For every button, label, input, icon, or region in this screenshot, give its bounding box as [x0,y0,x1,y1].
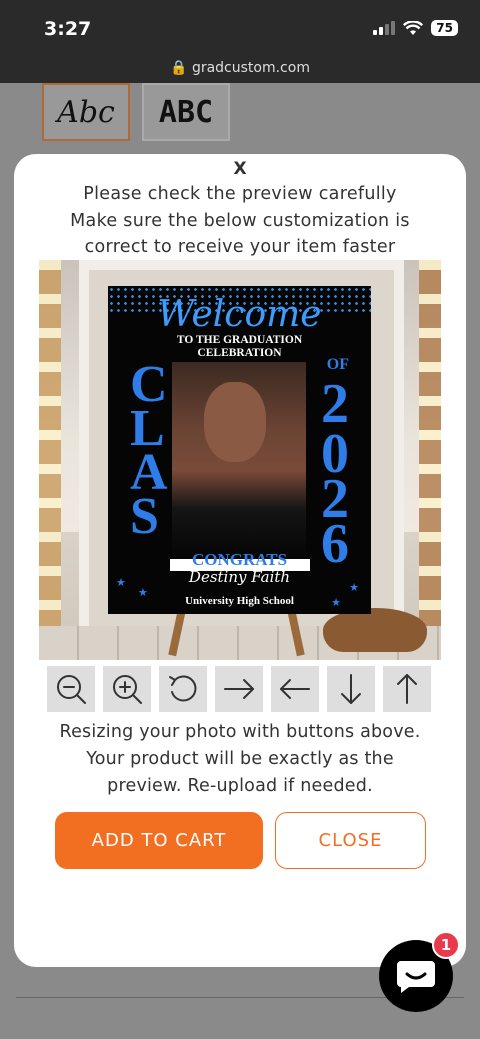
move-up-button[interactable] [383,666,431,712]
font-option-script[interactable]: Abc [42,83,130,141]
help-line: Your product will be exactly as the [86,749,394,769]
status-icons: 75 [373,20,458,36]
wifi-icon [403,20,424,35]
notice-line: Please check the preview carefully [83,184,397,204]
help-line: preview. Re-upload if needed. [107,776,373,796]
chat-bubble-icon [397,961,435,993]
photo-adjust-toolbar [47,666,431,712]
add-to-cart-button[interactable]: ADD TO CART [55,812,263,869]
zoom-in-button[interactable] [103,666,151,712]
status-bar: 3:27 75 [0,0,480,56]
graduation-poster: Welcome TO THE GRADUATION CELEBRATION C … [108,286,371,614]
preview-notice: Please check the preview carefully Make … [14,181,466,261]
zoom-out-icon [57,675,86,704]
class-letter: S [130,488,159,545]
cellular-signal-icon [373,21,396,35]
arrow-left-icon [280,679,310,699]
lock-icon: 🔒 [170,60,188,76]
pouf [323,608,427,652]
arrow-up-icon [397,674,417,704]
string-lights-left [39,260,61,630]
star-icon: ★ [138,586,148,599]
move-down-button[interactable] [327,666,375,712]
rotate-icon [169,675,197,702]
notice-line: correct to receive your item faster [84,237,396,257]
url-text: gradcustom.com [191,60,310,76]
arrow-down-icon [341,674,361,704]
modal-close-x[interactable]: X [14,159,466,179]
star-icon: ★ [331,596,341,609]
poster-of: OF [326,356,349,373]
status-time: 3:27 [44,18,92,40]
battery-indicator: 75 [431,20,458,36]
graduate-photo [172,362,306,558]
poster-congrats: CONGRATS [191,550,288,569]
arrow-right-icon [224,679,254,699]
zoom-in-icon [113,675,142,704]
address-bar[interactable]: 🔒 gradcustom.com [0,56,480,83]
notice-line: Make sure the below customization is [70,210,410,231]
move-right-button[interactable] [215,666,263,712]
rotate-button[interactable] [159,666,207,712]
preview-modal: X Please check the preview carefully Mak… [14,154,466,967]
poster-subtitle-line: TO THE GRADUATION [176,334,303,346]
star-icon: ★ [349,581,359,594]
graduate-face [204,382,266,462]
poster-welcome: Welcome [157,294,322,335]
help-line: Resizing your photo with buttons above. [59,722,421,742]
zoom-out-button[interactable] [47,666,95,712]
font-option-block[interactable]: ABC [142,83,230,141]
close-button[interactable]: CLOSE [275,812,426,869]
poster-student-name: Destiny Faith [188,568,291,586]
star-icon: ★ [116,576,126,589]
chat-unread-badge: 1 [432,931,460,959]
move-left-button[interactable] [271,666,319,712]
resize-help-text: Resizing your photo with buttons above. … [14,719,466,800]
string-lights-right [419,260,441,630]
product-preview-image: Welcome TO THE GRADUATION CELEBRATION C … [39,260,441,660]
